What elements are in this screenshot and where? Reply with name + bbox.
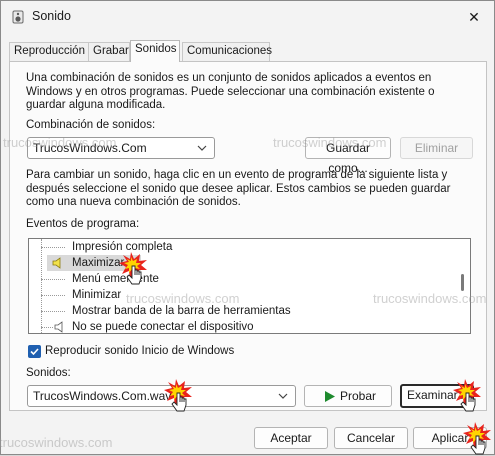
intro-text: Una combinación de sonidos es un conjunt… bbox=[26, 72, 435, 111]
test-button-label: Probar bbox=[340, 389, 377, 403]
events-label: Eventos de programa: bbox=[26, 218, 140, 230]
events-scrollbar[interactable] bbox=[456, 239, 470, 333]
chevron-down-icon bbox=[197, 145, 207, 151]
scroll-thumb[interactable] bbox=[461, 274, 464, 291]
events-list[interactable]: Impresión completa Maximizar Menú emerge… bbox=[28, 238, 471, 334]
tab-grabar[interactable]: Grabar bbox=[88, 42, 130, 61]
event-label: No se puede conectar el dispositivo bbox=[72, 321, 254, 333]
watermark: trucoswindows.com bbox=[3, 135, 117, 150]
speaker-icon bbox=[12, 10, 24, 24]
speaker-icon bbox=[54, 321, 63, 333]
sounds-label: Sonidos: bbox=[26, 367, 71, 379]
list-item[interactable]: Menú emergente bbox=[29, 271, 457, 287]
play-icon bbox=[325, 391, 335, 402]
event-label: Minimizar bbox=[72, 289, 122, 301]
watermark: trucoswindows.com bbox=[273, 135, 387, 150]
close-button[interactable]: ✕ bbox=[460, 4, 488, 30]
change-instructions: Para cambiar un sonido, haga clic en un … bbox=[26, 169, 451, 208]
close-icon: ✕ bbox=[468, 8, 480, 25]
event-label: Maximizar bbox=[72, 257, 125, 269]
scheme-label: Combinación de sonidos: bbox=[26, 119, 156, 131]
click-cursor-icon bbox=[164, 379, 192, 412]
tab-sonidos[interactable]: Sonidos bbox=[130, 40, 180, 62]
checkmark-icon bbox=[30, 348, 39, 356]
tab-comunicaciones[interactable]: Comunicaciones bbox=[182, 42, 272, 61]
delete-button[interactable]: Eliminar bbox=[400, 137, 473, 159]
sound-dialog: Sonido ✕ Reproducción Grabar Sonidos Com… bbox=[0, 0, 495, 455]
watermark: trucoswindows.com bbox=[0, 435, 113, 450]
tab-reproduccion[interactable]: Reproducción bbox=[9, 42, 89, 61]
startup-sound-checkbox[interactable] bbox=[28, 345, 41, 358]
click-cursor-icon bbox=[453, 379, 481, 412]
list-item[interactable]: Impresión completa bbox=[29, 239, 457, 255]
sound-file-value: TrucosWindows.Com.wav bbox=[33, 389, 172, 403]
title-bar: Sonido ✕ bbox=[1, 1, 494, 33]
test-button[interactable]: Probar bbox=[304, 385, 392, 407]
startup-sound-label: Reproducir sonido Inicio de Windows bbox=[45, 345, 235, 357]
ok-button[interactable]: Aceptar bbox=[254, 427, 328, 449]
watermark: trucoswindows.com bbox=[373, 291, 487, 306]
sound-file-select[interactable]: TrucosWindows.Com.wav bbox=[27, 385, 296, 407]
click-cursor-icon bbox=[463, 422, 491, 455]
list-item[interactable]: No se puede conectar el dispositivo bbox=[29, 319, 457, 333]
speaker-icon bbox=[52, 257, 61, 269]
chevron-down-icon bbox=[278, 393, 288, 399]
cancel-button[interactable]: Cancelar bbox=[334, 427, 408, 449]
watermark: trucoswindows.com bbox=[126, 291, 240, 306]
click-cursor-icon bbox=[119, 252, 147, 285]
sounds-panel bbox=[9, 61, 487, 411]
window-title: Sonido bbox=[32, 9, 71, 23]
